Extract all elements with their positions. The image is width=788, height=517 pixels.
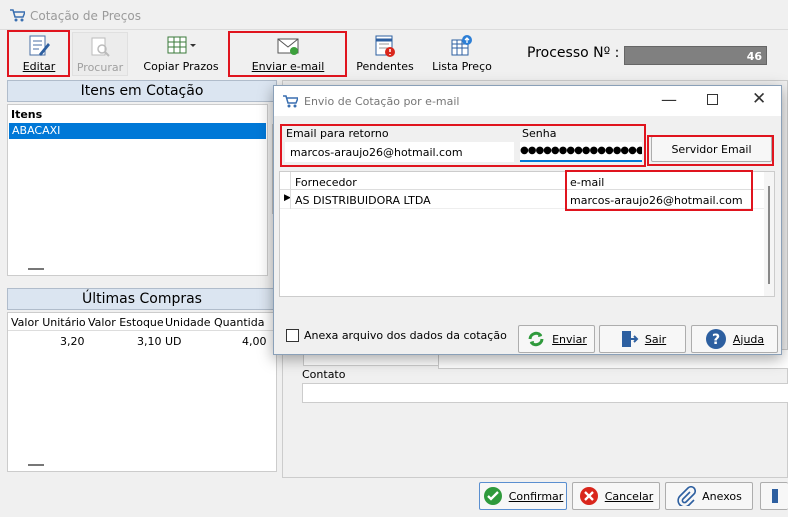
price-list-icon xyxy=(451,35,472,56)
processo-label: Processo Nº : xyxy=(527,45,620,61)
lista-preco-label: Lista Preço xyxy=(432,60,492,73)
cell-valor-estoque: 3,10 xyxy=(137,335,162,348)
exit-icon xyxy=(621,331,639,347)
compras-header: Últimas Compras xyxy=(7,288,277,310)
confirmar-label: Confirmar xyxy=(508,489,564,503)
anexa-checkbox[interactable] xyxy=(286,329,299,342)
refresh-icon xyxy=(528,331,544,347)
cart-icon xyxy=(283,95,298,108)
col-valor-unitario: Valor Unitário xyxy=(11,316,86,329)
anexos-button[interactable]: Anexos xyxy=(665,482,753,510)
editar-label: Editar xyxy=(22,60,56,73)
sair-label: Sair xyxy=(644,332,667,346)
cancel-icon xyxy=(579,487,598,505)
procurar-button[interactable]: Procurar xyxy=(72,32,128,76)
item-name: ABACAXI xyxy=(12,124,61,137)
fornecedor-header-row: Fornecedor e-mail xyxy=(280,172,764,190)
copy-grid-icon xyxy=(167,36,196,54)
compras-grid[interactable]: Valor Unitário Valor Estoque Unidade Qua… xyxy=(7,312,277,472)
grid-splitter[interactable] xyxy=(28,268,44,270)
col-email: e-mail xyxy=(570,176,605,189)
col-valor-estoque: Valor Estoque xyxy=(88,316,164,329)
search-icon xyxy=(91,37,110,57)
edit-icon xyxy=(29,35,50,56)
col-quantidade: Quantida xyxy=(214,316,265,329)
ajuda-label: Ajuda xyxy=(732,332,765,346)
check-icon xyxy=(483,487,502,505)
pending-icon xyxy=(375,35,395,57)
maximize-icon[interactable] xyxy=(707,94,718,105)
email-retorno-input[interactable] xyxy=(285,142,514,162)
minimize-icon[interactable]: — xyxy=(661,90,677,109)
bottom-bar: Confirmar Cancelar Anexos xyxy=(0,478,788,517)
paperclip-icon xyxy=(677,486,697,506)
pendentes-label: Pendentes xyxy=(356,60,414,73)
cell-valor-unitario: 3,20 xyxy=(60,335,85,348)
scrollbar-thumb[interactable] xyxy=(768,186,770,284)
itens-column-header: Itens xyxy=(11,108,43,121)
procurar-label: Procurar xyxy=(76,61,124,74)
window-title: Cotação de Preços xyxy=(30,9,141,23)
senha-input[interactable]: ●●●●●●●●●●●●●●●●● xyxy=(520,142,642,162)
table-row[interactable]: ABACAXI xyxy=(9,123,266,139)
dialog-titlebar: Envio de Cotação por e-mail — ✕ xyxy=(274,86,781,116)
itens-grid[interactable]: Itens ABACAXI xyxy=(7,104,268,276)
sair-button[interactable]: Sair xyxy=(599,325,686,353)
enviar-button[interactable]: Enviar xyxy=(518,325,595,353)
enviar-email-button[interactable]: Enviar e-mail xyxy=(236,32,340,76)
editar-button[interactable]: Editar xyxy=(10,32,68,76)
help-icon: ? xyxy=(705,329,726,349)
contato-field[interactable] xyxy=(302,383,788,403)
copiar-prazos-label: Copiar Prazos xyxy=(143,60,219,73)
compras-panel: Últimas Compras Valor Unitário Valor Est… xyxy=(6,287,278,477)
cell-quantidade: 4,00 xyxy=(242,335,267,348)
itens-panel: Itens em Cotação Itens ABACAXI xyxy=(6,79,278,284)
col-unidade: Unidade xyxy=(165,316,211,329)
cancelar-label: Cancelar xyxy=(604,489,654,503)
partial-button-icon xyxy=(771,489,778,503)
grid-splitter[interactable] xyxy=(28,464,44,466)
senha-label: Senha xyxy=(522,127,557,140)
anexos-label: Anexos xyxy=(702,489,742,503)
email-dialog: Envio de Cotação por e-mail — ✕ Email pa… xyxy=(273,85,782,355)
fornecedor-scrollbar[interactable] xyxy=(764,172,774,296)
cell-email: marcos-araujo26@hotmail.com xyxy=(570,194,743,207)
processo-value: 46 xyxy=(624,46,767,65)
contato-label: Contato xyxy=(302,368,346,381)
table-row[interactable]: ▶ AS DISTRIBUIDORA LTDA marcos-araujo26@… xyxy=(280,191,764,209)
email-retorno-label: Email para retorno xyxy=(286,127,389,140)
cell-fornecedor: AS DISTRIBUIDORA LTDA xyxy=(295,194,431,207)
partial-button[interactable] xyxy=(760,482,788,510)
lista-preco-button[interactable]: Lista Preço xyxy=(430,32,494,76)
cart-icon xyxy=(10,9,25,22)
copiar-prazos-button[interactable]: Copiar Prazos xyxy=(142,32,220,76)
pendentes-button[interactable]: Pendentes xyxy=(354,32,416,76)
svg-text:?: ? xyxy=(712,332,720,348)
servidor-email-button[interactable]: Servidor Email xyxy=(651,136,772,162)
cell-unidade: UD xyxy=(165,335,182,348)
grid-divider xyxy=(290,172,291,209)
main-titlebar: Cotação de Preços xyxy=(0,0,788,30)
ajuda-button[interactable]: ? Ajuda xyxy=(691,325,778,353)
col-fornecedor: Fornecedor xyxy=(295,176,357,189)
enviar-email-label: Enviar e-mail xyxy=(251,60,325,73)
cancelar-button[interactable]: Cancelar xyxy=(572,482,660,510)
anexa-label: Anexa arquivo dos dados da cotação xyxy=(304,329,507,342)
close-icon[interactable]: ✕ xyxy=(752,89,766,109)
grid-divider xyxy=(565,172,566,209)
itens-header: Itens em Cotação xyxy=(7,80,277,102)
servidor-email-label: Servidor Email xyxy=(671,142,752,156)
enviar-label: Enviar xyxy=(552,332,587,346)
confirmar-button[interactable]: Confirmar xyxy=(479,482,567,510)
email-icon xyxy=(277,38,299,55)
table-row[interactable]: 3,20 3,10 UD 4,00 xyxy=(8,332,276,349)
fornecedor-grid[interactable]: Fornecedor e-mail ▶ AS DISTRIBUIDORA LTD… xyxy=(279,171,775,297)
dialog-title: Envio de Cotação por e-mail xyxy=(304,95,460,108)
compras-header-row: Valor Unitário Valor Estoque Unidade Qua… xyxy=(8,313,276,331)
